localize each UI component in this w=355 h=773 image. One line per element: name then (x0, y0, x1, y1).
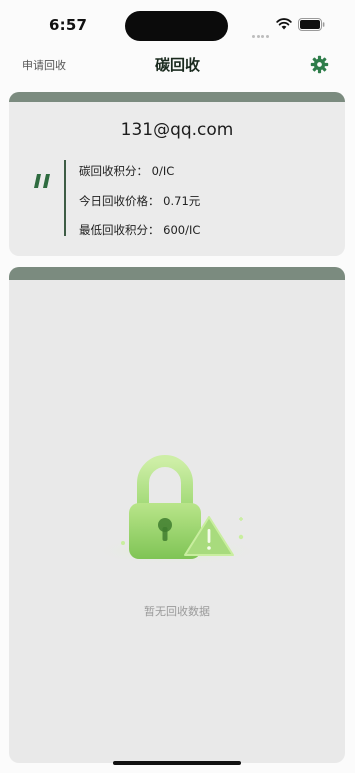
today-price-text: 今日回收价格： 0.71元 (79, 194, 201, 208)
battery-icon (298, 18, 325, 31)
panel-header-strip (9, 267, 345, 280)
card-divider (64, 160, 66, 236)
empty-state-text: 暂无回收数据 (144, 605, 210, 618)
quote-icon (34, 174, 50, 188)
page-title: 碳回收 (154, 56, 200, 74)
gear-icon[interactable] (310, 55, 329, 74)
account-card: 131@qq.com 碳回收积分： 0/IC 今日回收价格： 0.71元 最低回… (9, 92, 345, 256)
status-bar: 6:57 (0, 0, 355, 50)
cellular-signal-icon (252, 23, 272, 38)
lock-warning-icon (95, 455, 259, 565)
account-email: 131@qq.com (120, 120, 234, 140)
carbon-points-text: 碳回收积分： 0/IC (79, 164, 175, 178)
nav-bar: 申请回收 碳回收 (0, 50, 355, 80)
min-points-text: 最低回收积分： 600/IC (79, 223, 201, 237)
wifi-icon (276, 18, 292, 30)
screen: 6:57 申请回收 碳回收 131@qq.com 碳回收积分： 0/IC 今日回… (0, 0, 355, 773)
home-indicator[interactable] (113, 761, 241, 765)
status-time: 6:57 (49, 16, 88, 34)
records-panel: 暂无回收数据 (9, 267, 345, 763)
dynamic-island (125, 11, 228, 41)
card-header-strip (9, 92, 345, 102)
